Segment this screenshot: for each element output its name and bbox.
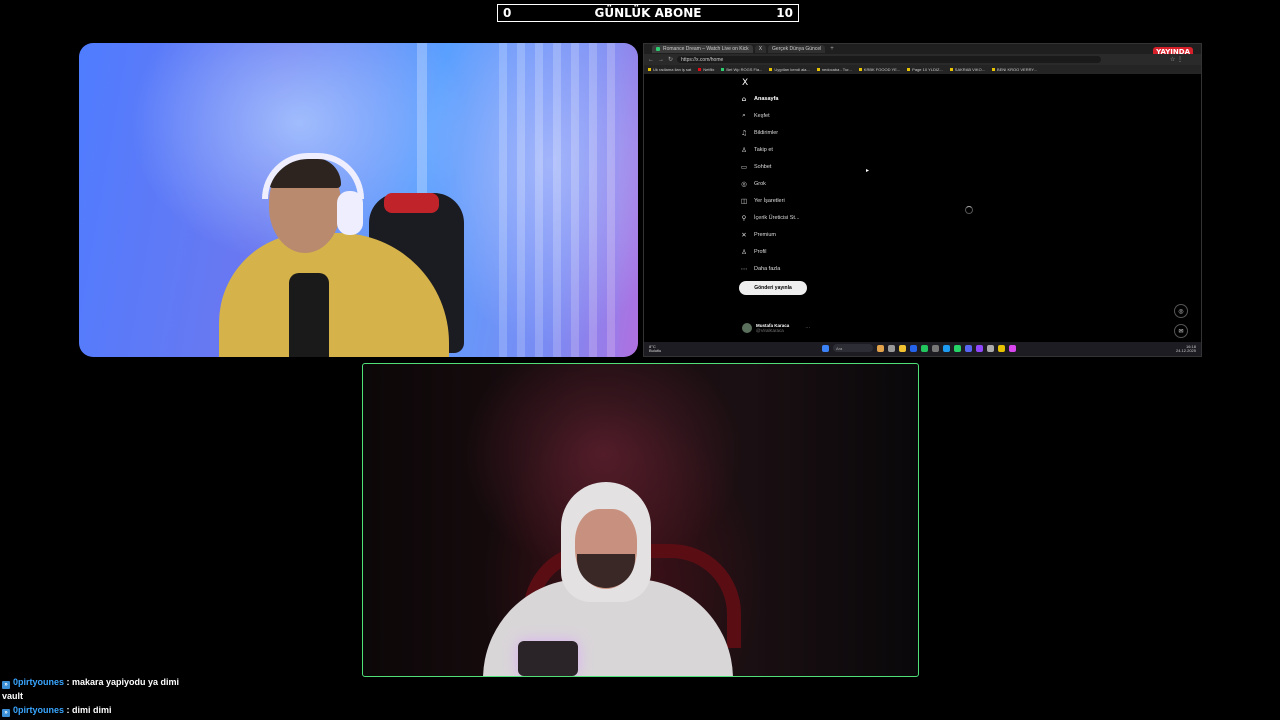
taskbar-apps: Ara (822, 344, 1016, 352)
app-icon[interactable] (998, 344, 1005, 352)
bookmark-icon: ◫ (740, 196, 748, 205)
app-icon[interactable] (1009, 344, 1016, 352)
nav-home[interactable]: ⌂ Anasayfa (740, 90, 820, 107)
kick-favicon-icon (656, 47, 660, 51)
reload-icon[interactable]: ↻ (668, 56, 673, 63)
bookmark-item[interactable]: BENI KROO VERRY... (992, 67, 1037, 72)
browser-tab[interactable]: Gerçek Dünya Güncel (768, 45, 826, 53)
bookmark-item[interactable]: nedocaba - Tur... (816, 67, 852, 72)
more-icon: ⋯ (740, 264, 748, 273)
app-icon[interactable] (943, 344, 950, 352)
home-icon: ⌂ (741, 94, 747, 103)
chat-message: » 0pirtyounes : dimi dimi (2, 703, 362, 717)
more-options-icon[interactable]: ··· (805, 325, 810, 331)
edge-icon[interactable] (910, 344, 917, 352)
nav-grok[interactable]: ◎ Grok (740, 175, 820, 192)
profile-handle: @ViralKaraca (756, 328, 784, 333)
daily-subscriber-counter: 0 GÜNLÜK ABONE 10 (497, 4, 799, 22)
nav-bookmarks[interactable]: ◫ Yer İşaretleri (740, 192, 820, 209)
url-input[interactable]: https://x.com/home (677, 56, 1102, 63)
creator-icon: ⚲ (741, 213, 747, 222)
app-icon[interactable] (932, 344, 939, 352)
nav-more[interactable]: ⋯ Daha fazla (740, 260, 820, 277)
app-icon[interactable] (888, 344, 895, 352)
nav-follow[interactable]: ♙ Takip et (740, 141, 820, 158)
extensions-icon[interactable]: ☆ ⋮ (1170, 56, 1201, 63)
chat-overlay: » 0pirtyounes : makara yapiyodu ya dimi v… (2, 675, 362, 717)
bookmark-item[interactable]: Uk radlama ilan iş sat (648, 67, 691, 72)
background-curtain (499, 43, 619, 357)
start-icon[interactable] (822, 344, 829, 352)
nav-profile[interactable]: ♙ Profil (740, 243, 820, 260)
x-logo-icon[interactable]: X (742, 78, 820, 88)
weather-widget[interactable]: 8°C Bulutlu (649, 345, 661, 353)
search-icon: ⌕ (742, 111, 746, 119)
nav-premium[interactable]: ✕ Premium (740, 226, 820, 243)
taskbar-search[interactable]: Ara (833, 344, 873, 352)
follow-icon: ♙ (741, 145, 747, 154)
subscriber-badge-icon: » (2, 681, 10, 689)
bookmark-item[interactable]: KRBK FOOOD YE... (858, 67, 900, 72)
chat-username: 0pirtyounes (13, 705, 65, 715)
mouse-cursor-icon: ▸ (866, 168, 870, 174)
chrome-icon[interactable] (921, 344, 928, 352)
loading-spinner-icon (965, 206, 973, 214)
bookmark-item[interactable]: SAKRAB VIKO... (949, 67, 985, 72)
x-sidebar: X ⌂ Anasayfa ⌕ Keşfet ♫ Bildirimler ♙ Takip … (739, 78, 820, 295)
webcam-streamer-left (79, 43, 638, 357)
grok-icon: ◎ (741, 179, 747, 188)
folder-icon[interactable] (899, 344, 906, 352)
post-button[interactable]: Gönderi yayınla (739, 281, 807, 295)
app-icon[interactable] (987, 344, 994, 352)
bookmark-item[interactable]: Bet Wp ROGS Fla... (721, 67, 762, 72)
headphones (337, 191, 363, 235)
chat-message: » 0pirtyounes : makara yapiyodu ya dimi (2, 675, 362, 689)
chat-text: makara yapiyodu ya dimi (72, 677, 180, 687)
app-icon[interactable] (877, 344, 884, 352)
microphone (518, 641, 578, 676)
nav-chat[interactable]: ▭ Sohbet (740, 158, 820, 175)
grok-float-icon[interactable]: ◎ (1174, 304, 1188, 318)
forward-icon[interactable]: → (658, 57, 664, 63)
bookmark-item[interactable]: Uygıtları kendi ala... (769, 67, 810, 72)
system-tray-clock[interactable]: 16:18 24.12.2025 (1176, 345, 1196, 353)
chat-text: dimi dimi (72, 705, 112, 715)
browser-tab[interactable]: Romance Dream – Watch Live on Kick (652, 45, 753, 53)
nav-creator-studio[interactable]: ⚲ İçerik Üreticisi St... (740, 209, 820, 226)
new-tab-button[interactable]: + (827, 46, 837, 52)
chat-username: 0pirtyounes (13, 677, 65, 687)
nav-notifications[interactable]: ♫ Bildirimler (740, 124, 820, 141)
whatsapp-icon[interactable] (954, 344, 961, 352)
browser-tab-bar: Romance Dream – Watch Live on Kick X Ger… (644, 44, 1201, 54)
black-shirt (289, 273, 329, 357)
bookmark-item[interactable]: Netflix (698, 67, 714, 72)
browser-tab[interactable]: X (754, 45, 767, 53)
screen-share-browser: Romance Dream – Watch Live on Kick X Ger… (643, 43, 1202, 357)
bookmarks-bar: Uk radlama ilan iş sat Netflix Bet Wp RO… (644, 65, 1201, 74)
subscriber-badge-icon: » (2, 709, 10, 717)
profile-icon: ♙ (741, 247, 747, 256)
counter-goal: 10 (776, 6, 793, 20)
avatar (742, 323, 752, 333)
back-icon[interactable]: ← (648, 57, 654, 63)
premium-icon: ✕ (741, 230, 747, 239)
nav-explore[interactable]: ⌕ Keşfet (740, 107, 820, 124)
account-switcher[interactable]: Mustafa Karaca @ViralKaraca ··· (742, 323, 810, 333)
discord-icon[interactable] (965, 344, 972, 352)
santa-hat (384, 193, 439, 213)
messages-float-icon[interactable]: ✉ (1174, 324, 1188, 338)
app-icon[interactable] (976, 344, 983, 352)
chat-icon: ▭ (740, 162, 748, 171)
bookmark-item[interactable]: Page 10 YLDIZ... (907, 67, 943, 72)
counter-current: 0 (503, 6, 512, 20)
bell-icon: ♫ (741, 128, 747, 137)
webcam-streamer-bottom (362, 363, 919, 677)
windows-taskbar: 8°C Bulutlu Ara 16:18 24.12.2025 (644, 342, 1201, 356)
counter-title: GÜNLÜK ABONE (594, 6, 702, 20)
address-bar-row: ← → ↻ https://x.com/home ☆ ⋮ (644, 54, 1201, 65)
chat-text-continuation: vault (2, 691, 24, 701)
